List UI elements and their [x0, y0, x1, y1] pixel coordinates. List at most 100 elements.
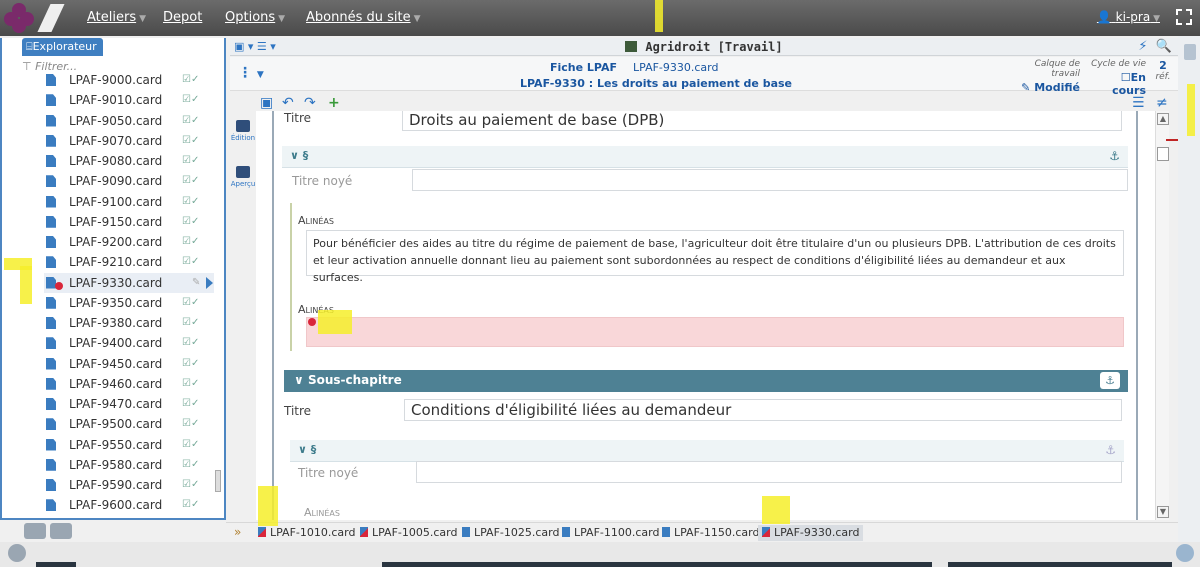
user-menu[interactable]: 👤 ki-pra ▼ [1097, 10, 1160, 24]
alinea-empty-error[interactable] [306, 317, 1124, 347]
file-list-item[interactable]: LPAF-9200.card ☑✓ [44, 232, 214, 252]
double-chevron-icon[interactable]: » [234, 525, 241, 539]
fiche-file-link[interactable]: LPAF-9330.card [633, 61, 718, 74]
file-error-icon [762, 527, 770, 537]
file-icon [46, 215, 56, 228]
file-name: LPAF-9070.card [69, 133, 163, 148]
alinea-text-box[interactable]: Pour bénéficier des aides au titre du ré… [306, 230, 1124, 284]
menu-abonnes[interactable]: Abonnés du site ▼ [306, 10, 421, 25]
content-scrollbar[interactable]: ▲ ▼ [1155, 111, 1169, 520]
scroll-thumb[interactable] [1157, 147, 1169, 161]
tab-lpaf-1100[interactable]: LPAF-1100.card [562, 525, 659, 541]
menu-depot[interactable]: Depot [163, 10, 202, 25]
file-list-item[interactable]: LPAF-9150.card ☑✓ [44, 212, 214, 232]
save-icon[interactable]: ▣ [260, 95, 273, 111]
cycle-status[interactable]: Cycle de vie ☐En cours [1086, 59, 1146, 97]
file-list-item[interactable]: LPAF-9380.card ☑✓ [44, 313, 214, 333]
filter-lines-icon[interactable]: ☰ [1132, 95, 1145, 111]
file-list-item[interactable]: LPAF-9460.card ☑✓ [44, 374, 214, 394]
file-icon [46, 94, 56, 107]
redo-icon[interactable]: ↷ [304, 95, 316, 111]
file-list-item[interactable]: LPAF-9050.card ☑✓ [44, 111, 214, 131]
file-name: LPAF-9090.card [69, 174, 163, 189]
workspace-icon [625, 41, 638, 52]
tab-lpaf-1150[interactable]: LPAF-1150.card [662, 525, 759, 541]
status-check-icon: ☑✓ [182, 438, 200, 450]
file-list-item[interactable]: LPAF-9400.card ☑✓ [44, 333, 214, 353]
editor-title: Agridroit [Travail] [230, 38, 1178, 56]
file-list-item[interactable]: LPAF-9070.card ☑✓ [44, 131, 214, 151]
lightning-icon[interactable]: ⚡ [1138, 39, 1147, 54]
status-check-icon: ☑✓ [182, 357, 200, 369]
sous-titre-input[interactable]: Conditions d'éligibilité liées au demand… [404, 399, 1122, 421]
annotation-marker [20, 266, 32, 304]
file-list-item[interactable]: LPAF-9500.card ☑✓ [44, 414, 214, 434]
apercu-tool[interactable]: Aperçu [230, 166, 256, 188]
file-icon [46, 114, 56, 127]
error-icon [55, 281, 63, 290]
scroll-up-icon[interactable]: ▲ [1157, 113, 1169, 125]
status-check-icon: ☑✓ [182, 296, 200, 308]
file-list-item[interactable]: LPAF-9590.card ☑✓ [44, 475, 214, 495]
file-name: LPAF-9100.card [69, 194, 163, 209]
fullscreen-icon[interactable] [1176, 9, 1192, 25]
file-list-item[interactable]: LPAF-9100.card ☑✓ [44, 192, 214, 212]
annotation-marker [655, 0, 663, 32]
explorer-scrollbar[interactable] [215, 470, 221, 492]
list-view-icon[interactable] [24, 523, 46, 539]
titre-input[interactable]: Droits au paiement de base (DPB) [402, 111, 1122, 131]
file-list-item[interactable]: LPAF-9580.card ☑✓ [44, 455, 214, 475]
status-check-icon: ☑✓ [182, 195, 200, 207]
file-list-item[interactable]: LPAF-9010.card ☑✓ [44, 90, 214, 110]
kebab-menu-icon[interactable]: ⋮ ▼ [238, 65, 264, 81]
calque-status[interactable]: Calque de travail ✎ Modifié [1010, 59, 1080, 94]
file-list-item[interactable]: LPAF-9600.card ☑✓ [44, 495, 214, 515]
taskbar-segment [36, 562, 76, 567]
file-name: LPAF-9200.card [69, 235, 163, 249]
zoom-icon[interactable] [1176, 544, 1194, 562]
section-bar-2[interactable]: ∨ § ⚓ [290, 440, 1124, 462]
file-list-item[interactable]: LPAF-9000.card ☑✓ [44, 70, 214, 90]
anchor-icon[interactable]: ⚓ [1100, 372, 1120, 389]
status-check-icon: ☑✓ [182, 74, 200, 85]
anchor-icon[interactable]: ⚓ [1109, 149, 1120, 163]
tab-lpaf-1010[interactable]: LPAF-1010.card [258, 525, 355, 541]
menu-options[interactable]: Options ▼ [225, 10, 285, 25]
add-icon[interactable]: + [328, 95, 340, 111]
anchor-icon[interactable]: ⚓ [1105, 443, 1116, 457]
file-list-item[interactable]: LPAF-9550.card ☑✓ [44, 435, 214, 455]
open-arrow-icon[interactable] [206, 276, 213, 289]
diff-icon[interactable]: ≠ [1156, 95, 1168, 111]
tab-lpaf-1005[interactable]: LPAF-1005.card [360, 525, 457, 541]
file-list-item[interactable]: LPAF-9350.card ☑✓ [44, 293, 214, 313]
sous-chapitre-bar[interactable]: ∨ Sous-chapitre ⚓ [284, 370, 1128, 392]
file-list-item[interactable]: LPAF-9210.card ☑✓ [44, 252, 214, 272]
file-list-item[interactable]: LPAF-9330.card ✎ [44, 272, 214, 293]
file-icon [46, 438, 56, 451]
refs-count[interactable]: 2 réf. [1152, 59, 1174, 82]
explorer-tab[interactable]: ⌸Explorateur [22, 38, 103, 56]
titre-noye-input[interactable] [412, 169, 1128, 191]
annotation-marker [318, 310, 352, 334]
file-list-item[interactable]: LPAF-9080.card ☑✓ [44, 151, 214, 171]
titre-noye-input-2[interactable] [416, 461, 1122, 483]
file-list-item[interactable]: LPAF-9470.card ☑✓ [44, 394, 214, 414]
bookmark-icon[interactable] [1184, 44, 1196, 60]
search-icon[interactable]: 🔍 [1156, 39, 1172, 54]
edition-tool[interactable]: Édition [230, 120, 256, 142]
file-list-item[interactable]: LPAF-9450.card ☑✓ [44, 354, 214, 374]
edit-pencil-icon [236, 120, 250, 132]
file-icon [46, 74, 56, 86]
tab-lpaf-9330[interactable]: LPAF-9330.card [758, 525, 864, 541]
scroll-down-icon[interactable]: ▼ [1157, 506, 1169, 518]
app-logo[interactable] [4, 3, 34, 33]
tab-lpaf-1025[interactable]: LPAF-1025.card [462, 525, 559, 541]
fiche-subtitle: LPAF-9330 : Les droits au paiement de ba… [520, 77, 793, 90]
file-list-item[interactable]: LPAF-9090.card ☑✓ [44, 171, 214, 191]
tree-view-icon[interactable] [50, 523, 72, 539]
status-check-icon: ☑✓ [182, 236, 200, 247]
menu-ateliers[interactable]: Ateliers ▼ [87, 10, 146, 25]
settings-icon[interactable] [8, 544, 26, 562]
undo-icon[interactable]: ↶ [282, 95, 294, 111]
section-bar[interactable]: ∨ § ⚓ [282, 146, 1128, 168]
